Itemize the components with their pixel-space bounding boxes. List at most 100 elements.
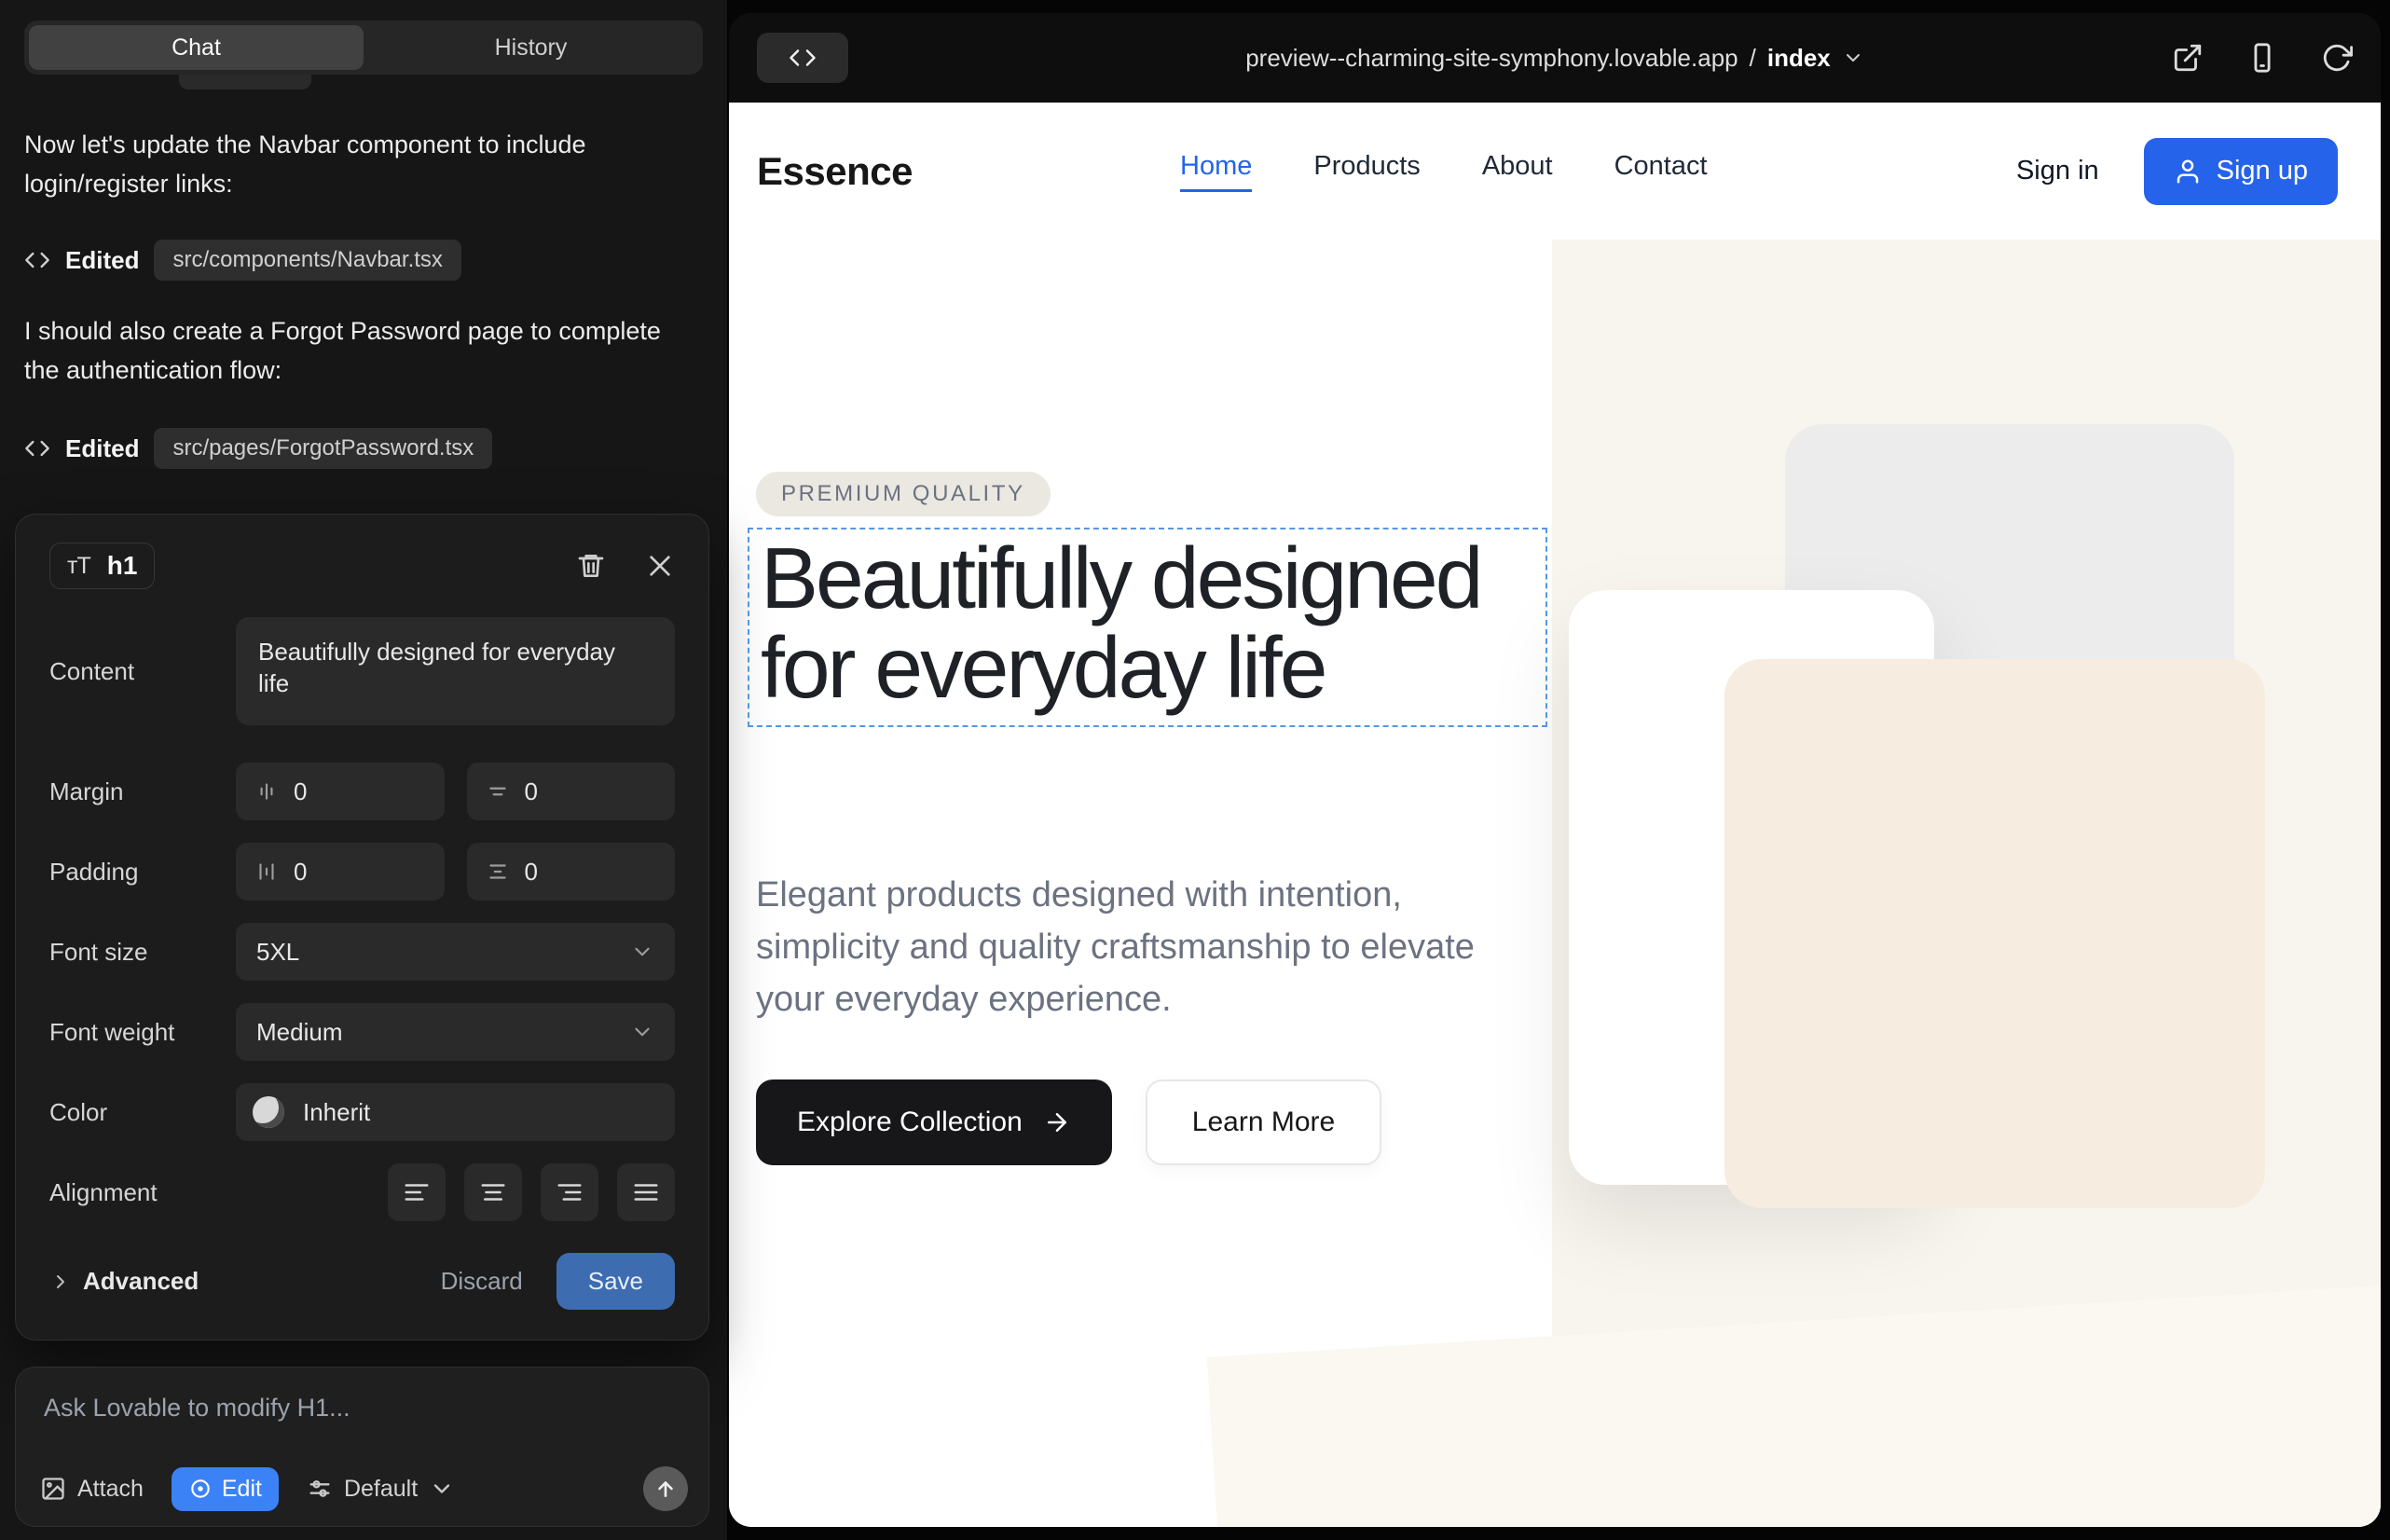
nav-link-contact[interactable]: Contact [1614, 151, 1708, 192]
chevron-right-icon [49, 1271, 72, 1293]
align-left-icon [403, 1178, 431, 1206]
align-left-button[interactable] [388, 1163, 446, 1221]
hero-heading: Beautifully designed for everyday life [761, 533, 1536, 712]
font-weight-value: Medium [256, 1018, 342, 1047]
preview-topbar: preview--charming-site-symphony.lovable.… [729, 13, 2381, 103]
arrow-up-icon [653, 1477, 678, 1501]
save-button[interactable]: Save [556, 1253, 675, 1310]
align-justify-button[interactable] [617, 1163, 675, 1221]
preview-frame: preview--charming-site-symphony.lovable.… [729, 13, 2381, 1527]
advanced-toggle[interactable]: Advanced [49, 1267, 199, 1296]
app-window: Chat History Now let's update the Navbar… [0, 0, 2390, 1540]
align-right-icon [556, 1178, 584, 1206]
decorative-card-cream [1724, 659, 2265, 1208]
font-size-select[interactable]: 5XL [236, 923, 675, 981]
attach-button[interactable]: Attach [40, 1476, 144, 1503]
model-default-button[interactable]: Default [307, 1476, 455, 1503]
code-icon [24, 435, 50, 461]
code-icon [24, 247, 50, 273]
site-preview: Essence Home Products About Contact Sign… [729, 103, 2381, 1527]
content-textarea[interactable]: Beautifully designed for everyday life [236, 617, 675, 725]
chat-message: I should also create a Forgot Password p… [24, 311, 682, 390]
align-justify-icon [632, 1178, 660, 1206]
content-label: Content [49, 657, 236, 686]
chevron-down-icon [1842, 47, 1864, 69]
hero-cta-row: Explore Collection Learn More [756, 1079, 1381, 1165]
hero-description: Elegant products designed with intention… [756, 869, 1502, 1025]
padding-vertical-value: 0 [294, 858, 307, 887]
edit-mode-button[interactable]: Edit [172, 1467, 279, 1511]
sign-up-label: Sign up [2217, 156, 2308, 186]
padding-horizontal-input[interactable]: 0 [467, 843, 676, 901]
user-icon [2174, 158, 2202, 186]
delete-icon[interactable] [576, 551, 606, 581]
sliders-icon [307, 1476, 333, 1502]
attach-label: Attach [77, 1476, 144, 1503]
color-select[interactable]: Inherit [236, 1083, 675, 1141]
preview-url-bar[interactable]: preview--charming-site-symphony.lovable.… [729, 13, 2381, 103]
sign-in-link[interactable]: Sign in [2016, 156, 2099, 186]
site-logo[interactable]: Essence [757, 149, 913, 194]
chat-sidebar: Chat History Now let's update the Navbar… [0, 0, 727, 1540]
tab-chat[interactable]: Chat [29, 25, 364, 70]
scrolled-badge-fragment [179, 75, 311, 89]
padding-horizontal-icon [486, 859, 510, 884]
color-label: Color [49, 1098, 236, 1127]
chevron-down-icon [429, 1476, 455, 1502]
align-center-button[interactable] [464, 1163, 522, 1221]
preview-url-separator: / [1750, 44, 1756, 73]
explore-collection-label: Explore Collection [797, 1107, 1023, 1138]
margin-horizontal-icon [486, 779, 510, 804]
chevron-down-icon [630, 1020, 654, 1044]
padding-vertical-input[interactable]: 0 [236, 843, 445, 901]
margin-horizontal-input[interactable]: 0 [467, 763, 676, 820]
edited-file-row: Edited src/pages/ForgotPassword.tsx [24, 427, 492, 470]
edit-mode-label: Edit [222, 1476, 262, 1503]
padding-horizontal-value: 0 [525, 858, 538, 887]
alignment-label: Alignment [49, 1178, 236, 1207]
sign-up-button[interactable]: Sign up [2144, 138, 2338, 205]
site-nav-links: Home Products About Contact [1180, 151, 1708, 192]
nav-link-about[interactable]: About [1482, 151, 1553, 192]
padding-label: Padding [49, 858, 236, 887]
edited-label: Edited [65, 246, 139, 275]
edited-label: Edited [65, 434, 139, 463]
send-button[interactable] [643, 1466, 688, 1511]
discard-button[interactable]: Discard [441, 1267, 523, 1296]
typography-icon: тT [67, 553, 90, 580]
font-weight-label: Font weight [49, 1018, 236, 1047]
file-chip-forgot-password[interactable]: src/pages/ForgotPassword.tsx [154, 428, 492, 469]
margin-label: Margin [49, 777, 236, 806]
font-size-label: Font size [49, 938, 236, 967]
font-size-value: 5XL [256, 938, 299, 967]
chevron-down-icon [630, 940, 654, 964]
close-icon[interactable] [645, 551, 675, 581]
margin-vertical-input[interactable]: 0 [236, 763, 445, 820]
margin-horizontal-value: 0 [525, 777, 538, 806]
composer-input[interactable] [44, 1394, 603, 1423]
learn-more-button[interactable]: Learn More [1146, 1079, 1381, 1165]
padding-vertical-icon [254, 859, 279, 884]
align-right-button[interactable] [541, 1163, 598, 1221]
selected-h1-outline[interactable]: Beautifully designed for everyday life [748, 528, 1547, 727]
nav-link-home[interactable]: Home [1180, 151, 1252, 192]
chat-message: Now let's update the Navbar component to… [24, 125, 682, 203]
preview-url-page: index [1767, 44, 1831, 73]
margin-vertical-value: 0 [294, 777, 307, 806]
explore-collection-button[interactable]: Explore Collection [756, 1079, 1112, 1165]
font-weight-select[interactable]: Medium [236, 1003, 675, 1061]
site-navbar: Essence Home Products About Contact Sign… [729, 103, 2381, 240]
chat-composer: Attach Edit Default [15, 1367, 709, 1527]
tab-history[interactable]: History [364, 25, 698, 70]
selected-element-tag: h1 [107, 551, 138, 581]
target-icon [188, 1477, 213, 1501]
model-default-label: Default [344, 1476, 418, 1503]
advanced-label: Advanced [83, 1267, 199, 1296]
nav-link-products[interactable]: Products [1313, 151, 1420, 192]
file-chip-navbar[interactable]: src/components/Navbar.tsx [154, 240, 460, 281]
premium-quality-badge: PREMIUM QUALITY [756, 472, 1051, 516]
element-editor-panel: тT h1 Content Beautifully designed for e… [15, 514, 709, 1341]
image-icon [40, 1476, 66, 1502]
chat-history-tabs: Chat History [24, 21, 703, 75]
align-center-icon [479, 1178, 507, 1206]
